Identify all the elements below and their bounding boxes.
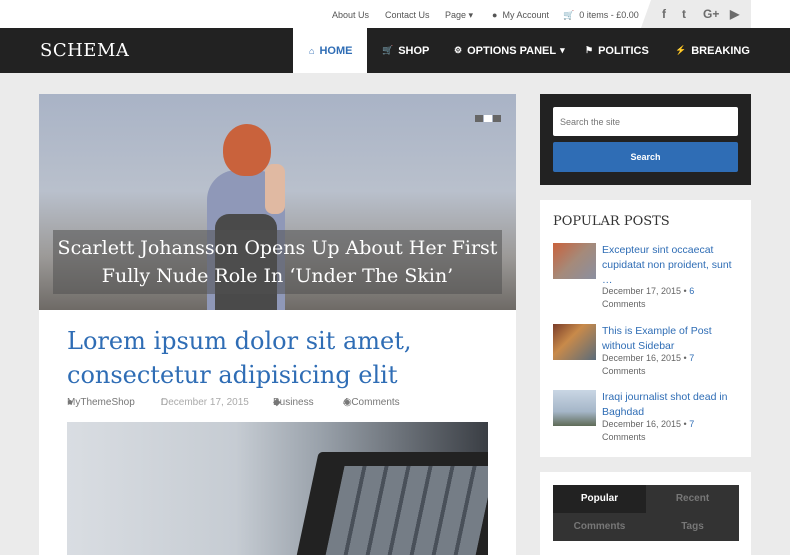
post-image-detail — [325, 466, 488, 555]
nav-item-shop[interactable]: 🛒 SHOP — [382, 28, 429, 73]
search-widget: Search — [540, 94, 751, 185]
post-date-text: December 17, 2015 — [161, 397, 249, 408]
nav-item-label: SHOP — [398, 44, 430, 57]
popular-post-meta: December 17, 2015 • 6 Comments — [602, 285, 738, 311]
nav-item-label: HOME — [319, 44, 353, 57]
top-link-account-label: My Account — [502, 10, 549, 20]
top-link-cart[interactable]: 🛒 0 items - £0.00 — [563, 10, 639, 21]
popular-post-meta: December 16, 2015 • 7 Comments — [602, 418, 738, 444]
popular-post-comments-label: Comments — [602, 366, 646, 376]
bolt-icon: ⚡ — [675, 45, 687, 55]
popular-post-title[interactable]: Iraqi journalist shot dead in Baghdad — [602, 390, 738, 420]
cart-icon: 🛒 — [382, 45, 394, 55]
popular-post-comments-label: Comments — [602, 432, 646, 442]
post-title[interactable]: Lorem ipsum dolor sit amet, consectetur … — [67, 324, 487, 392]
popular-post-comment-count[interactable]: 7 — [689, 353, 694, 363]
post-comments-count: 4 Comments — [343, 397, 400, 408]
popular-post-comments-label: Comments — [602, 299, 646, 309]
tabs-widget: Popular Recent Comments Tags — [540, 472, 751, 555]
popular-post-date: December 16, 2015 • — [602, 353, 687, 363]
nav-item-label: BREAKING — [691, 44, 750, 57]
post-category-name: Business — [273, 397, 314, 408]
popular-post-title[interactable]: Excepteur sint occaecat cupidatat non pr… — [602, 243, 738, 288]
gears-icon: ⚙ — [454, 45, 463, 55]
slider-dot[interactable] — [484, 115, 492, 122]
twitter-icon[interactable]: t — [682, 7, 686, 21]
post-card: Lorem ipsum dolor sit amet, consectetur … — [39, 310, 516, 555]
slide-image-detail — [223, 124, 271, 176]
popular-post-date: December 17, 2015 • — [602, 286, 687, 296]
tab-popular[interactable]: Popular — [553, 485, 646, 513]
post-title-line: consectetur adipisicing elit — [67, 361, 398, 389]
tab-comments[interactable]: Comments — [553, 513, 646, 541]
cart-summary: 0 items - £0.00 — [579, 10, 639, 20]
nav-item-politics[interactable]: ⚑ POLITICS — [585, 28, 649, 73]
popular-post-comment-count[interactable]: 7 — [689, 419, 694, 429]
featured-slider[interactable]: Scarlett Johansson Opens Up About Her Fi… — [39, 94, 516, 310]
search-input[interactable] — [553, 107, 738, 136]
caret-down-icon: ▾ — [468, 10, 474, 20]
home-icon: ⌂ — [309, 45, 315, 56]
slide-caption-line: Fully Nude Role In ‘Under The Skin’ — [101, 265, 454, 287]
caret-down-icon: ▾ — [560, 45, 565, 55]
top-link-contact[interactable]: Contact Us — [385, 10, 430, 20]
site-logo[interactable]: SCHEMA — [40, 40, 129, 61]
facebook-icon[interactable]: f — [662, 7, 666, 21]
post-thumbnail[interactable] — [553, 390, 596, 426]
slider-pagination — [475, 115, 501, 122]
main-header: SCHEMA ⌂ HOME 🛒 SHOP ⚙ OPTIONS PANEL ▾ ⚑… — [0, 28, 790, 73]
nav-item-label: POLITICS — [598, 44, 649, 57]
popular-post-meta: December 16, 2015 • 7 Comments — [602, 352, 738, 378]
popular-posts-widget: POPULAR POSTS Excepteur sint occaecat cu… — [540, 200, 751, 457]
top-link-account[interactable]: ● My Account — [492, 10, 549, 20]
top-link-page-label: Page — [445, 10, 467, 20]
slider-dot[interactable] — [475, 115, 483, 122]
youtube-icon[interactable]: ▶ — [730, 7, 739, 21]
popular-post-date: December 16, 2015 • — [602, 419, 687, 429]
slide-image-detail — [265, 164, 285, 214]
widget-title: POPULAR POSTS — [553, 214, 670, 229]
top-link-page[interactable]: Page ▾ — [445, 10, 473, 21]
post-thumbnail[interactable] — [553, 243, 596, 279]
popular-post-comment-count[interactable]: 6 — [689, 286, 694, 296]
post-author-name: MyThemeShop — [67, 397, 135, 408]
post-title-line: Lorem ipsum dolor sit amet, — [67, 327, 412, 355]
tab-tags[interactable]: Tags — [646, 513, 739, 541]
user-icon: ● — [492, 10, 498, 20]
flag-icon: ⚑ — [585, 45, 594, 55]
social-links: f t G+ ▶ — [641, 0, 751, 28]
google-plus-icon[interactable]: G+ — [703, 7, 719, 21]
search-button[interactable]: Search — [553, 142, 738, 172]
popular-post-title[interactable]: This is Example of Post without Sidebar — [602, 324, 738, 354]
slide-caption[interactable]: Scarlett Johansson Opens Up About Her Fi… — [53, 230, 502, 294]
top-bar: About Us Contact Us Page ▾ ● My Account … — [0, 0, 790, 28]
cart-icon: 🛒 — [563, 10, 575, 20]
nav-item-options-panel[interactable]: ⚙ OPTIONS PANEL ▾ — [454, 28, 565, 73]
nav-item-home[interactable]: ⌂ HOME — [293, 28, 367, 73]
post-thumbnail[interactable] — [553, 324, 596, 360]
slide-caption-line: Scarlett Johansson Opens Up About Her Fi… — [57, 237, 498, 259]
post-featured-image[interactable] — [67, 422, 488, 555]
tab-recent[interactable]: Recent — [646, 485, 739, 513]
top-link-about[interactable]: About Us — [332, 10, 369, 20]
nav-item-breaking[interactable]: ⚡ BREAKING — [675, 28, 750, 73]
nav-item-label: OPTIONS PANEL — [467, 44, 557, 57]
slider-dot[interactable] — [493, 115, 501, 122]
